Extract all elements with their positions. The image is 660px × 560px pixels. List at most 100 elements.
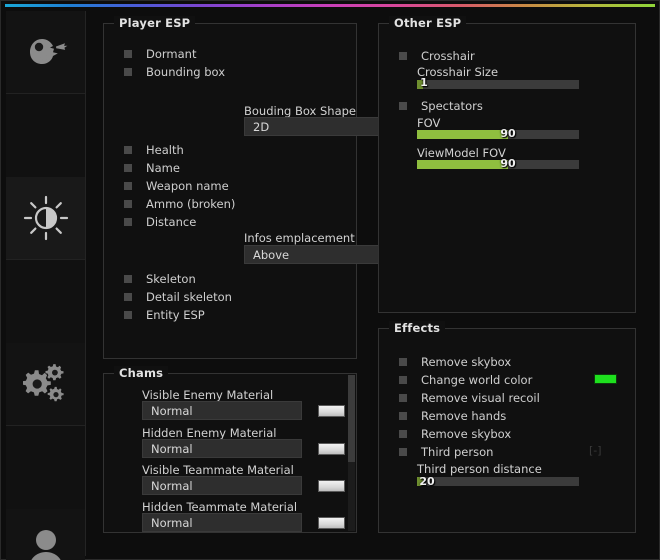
color-swatch-visible-teammate-material[interactable] — [318, 480, 345, 492]
label-third-person-distance: Third person distance — [417, 462, 542, 476]
row-label: Weapon name — [146, 178, 229, 193]
row-label: Change world color — [421, 372, 533, 387]
row-label: Remove hands — [421, 408, 507, 423]
aimbot-head-icon — [24, 35, 68, 69]
row-label: Third person — [421, 444, 494, 459]
color-swatch-change-world-color[interactable] — [594, 374, 617, 384]
dropdown-value: Normal — [151, 441, 193, 456]
panel-other-esp: Other ESP Crosshair Crosshair Size 1 Spe… — [378, 16, 636, 313]
dropdown-value: Above — [253, 247, 290, 262]
row-dormant[interactable]: Dormant — [124, 46, 196, 61]
checkbox-detail-skeleton[interactable] — [124, 292, 132, 301]
row-remove-visual-recoil[interactable]: Remove visual recoil — [399, 390, 540, 405]
checkbox-spectators[interactable] — [399, 101, 407, 110]
label-fov: FOV — [417, 116, 441, 130]
sidebar-item-misc[interactable] — [6, 343, 85, 426]
row-label: Crosshair — [421, 48, 475, 63]
panel-chams: Chams Visible Enemy Material Normal Hidd… — [103, 366, 357, 533]
row-health[interactable]: Health — [124, 142, 184, 157]
checkbox-crosshair[interactable] — [399, 51, 407, 60]
row-label: Remove visual recoil — [421, 390, 540, 405]
label-hidden-teammate-material: Hidden Teammate Material — [142, 500, 298, 514]
row-label: Remove skybox — [421, 354, 512, 369]
chams-scrollbar-thumb[interactable] — [348, 375, 355, 463]
panel-effects: Effects Remove skybox Change world color… — [378, 321, 636, 533]
cheat-menu-window: LUA Player ESP Dormant Bounding box Boud… — [0, 0, 660, 560]
misc-gears-icon — [22, 362, 69, 406]
checkbox-remove-hands[interactable] — [399, 411, 407, 420]
label-hidden-enemy-material: Hidden Enemy Material — [142, 426, 277, 440]
row-third-person[interactable]: Third person — [399, 444, 493, 459]
row-label: Spectators — [421, 98, 483, 113]
row-label: Remove skybox — [421, 426, 512, 441]
chams-scrollbar[interactable] — [348, 375, 355, 531]
keybind-third-person[interactable]: [-] — [589, 444, 602, 457]
row-label: Detail skeleton — [146, 289, 232, 304]
slider-fill — [417, 477, 424, 486]
sidebar-item-aimbot[interactable] — [6, 11, 85, 94]
label-visible-teammate-material: Visible Teammate Material — [142, 463, 294, 477]
checkbox-weapon-name[interactable] — [124, 181, 132, 190]
row-label: Distance — [146, 214, 197, 229]
checkbox-change-world-color[interactable] — [399, 375, 407, 384]
row-remove-skybox-1[interactable]: Remove skybox — [399, 354, 511, 369]
checkbox-entity-esp[interactable] — [124, 310, 132, 319]
dropdown-value: 2D — [253, 119, 270, 134]
checkbox-skeleton[interactable] — [124, 274, 132, 283]
player-person-icon — [25, 527, 67, 560]
slider-viewmodel-fov[interactable] — [417, 160, 579, 169]
slider-crosshair-size[interactable] — [417, 80, 579, 89]
dropdown-value: Normal — [151, 403, 193, 418]
checkbox-remove-skybox-1[interactable] — [399, 357, 407, 366]
row-label: Skeleton — [146, 271, 196, 286]
checkbox-name[interactable] — [124, 163, 132, 172]
slider-fov[interactable] — [417, 130, 579, 139]
row-bounding-box[interactable]: Bounding box — [124, 64, 225, 79]
sidebar-item-visuals[interactable] — [6, 177, 85, 260]
slider-fill — [417, 80, 424, 89]
checkbox-third-person[interactable] — [399, 447, 407, 456]
slider-third-person-distance[interactable] — [417, 477, 579, 486]
row-distance[interactable]: Distance — [124, 214, 196, 229]
row-skeleton[interactable]: Skeleton — [124, 271, 196, 286]
row-label: Entity ESP — [146, 307, 205, 322]
label-infos-emplacement: Infos emplacement — [244, 231, 355, 245]
dropdown-value: Normal — [151, 515, 193, 530]
row-remove-hands[interactable]: Remove hands — [399, 408, 506, 423]
label-visible-enemy-material: Visible Enemy Material — [142, 388, 274, 402]
row-name[interactable]: Name — [124, 160, 180, 175]
color-swatch-hidden-teammate-material[interactable] — [318, 517, 345, 529]
row-crosshair[interactable]: Crosshair — [399, 48, 475, 63]
checkbox-health[interactable] — [124, 145, 132, 154]
row-change-world-color[interactable]: Change world color — [399, 372, 532, 387]
row-detail-skeleton[interactable]: Detail skeleton — [124, 289, 232, 304]
dropdown-hidden-enemy-material[interactable]: Normal — [142, 439, 302, 458]
checkbox-remove-skybox-2[interactable] — [399, 429, 407, 438]
checkbox-distance[interactable] — [124, 217, 132, 226]
row-spectators[interactable]: Spectators — [399, 98, 483, 113]
row-ammo[interactable]: Ammo (broken) — [124, 196, 235, 211]
checkbox-remove-visual-recoil[interactable] — [399, 393, 407, 402]
accent-gradient-bar — [5, 4, 655, 7]
visuals-sun-icon — [22, 194, 70, 242]
row-label: Ammo (broken) — [146, 196, 236, 211]
checkbox-bounding-box[interactable] — [124, 67, 132, 76]
sidebar-item-player[interactable] — [6, 509, 85, 560]
dropdown-value: Normal — [151, 478, 193, 493]
slider-fill — [417, 160, 508, 169]
dropdown-visible-teammate-material[interactable]: Normal — [142, 476, 302, 495]
row-label: Health — [146, 142, 184, 157]
row-entity-esp[interactable]: Entity ESP — [124, 307, 205, 322]
row-remove-skybox-2[interactable]: Remove skybox — [399, 426, 511, 441]
dropdown-visible-enemy-material[interactable]: Normal — [142, 401, 302, 420]
row-label: Dormant — [146, 46, 197, 61]
panel-player-esp: Player ESP Dormant Bounding box Bouding … — [103, 16, 443, 359]
color-swatch-visible-enemy-material[interactable] — [318, 405, 345, 417]
row-weapon-name[interactable]: Weapon name — [124, 178, 229, 193]
checkbox-ammo[interactable] — [124, 199, 132, 208]
label-crosshair-size: Crosshair Size — [417, 65, 499, 79]
sidebar: LUA — [6, 11, 86, 560]
color-swatch-hidden-enemy-material[interactable] — [318, 443, 345, 455]
dropdown-hidden-teammate-material[interactable]: Normal — [142, 513, 302, 532]
checkbox-dormant[interactable] — [124, 49, 132, 58]
